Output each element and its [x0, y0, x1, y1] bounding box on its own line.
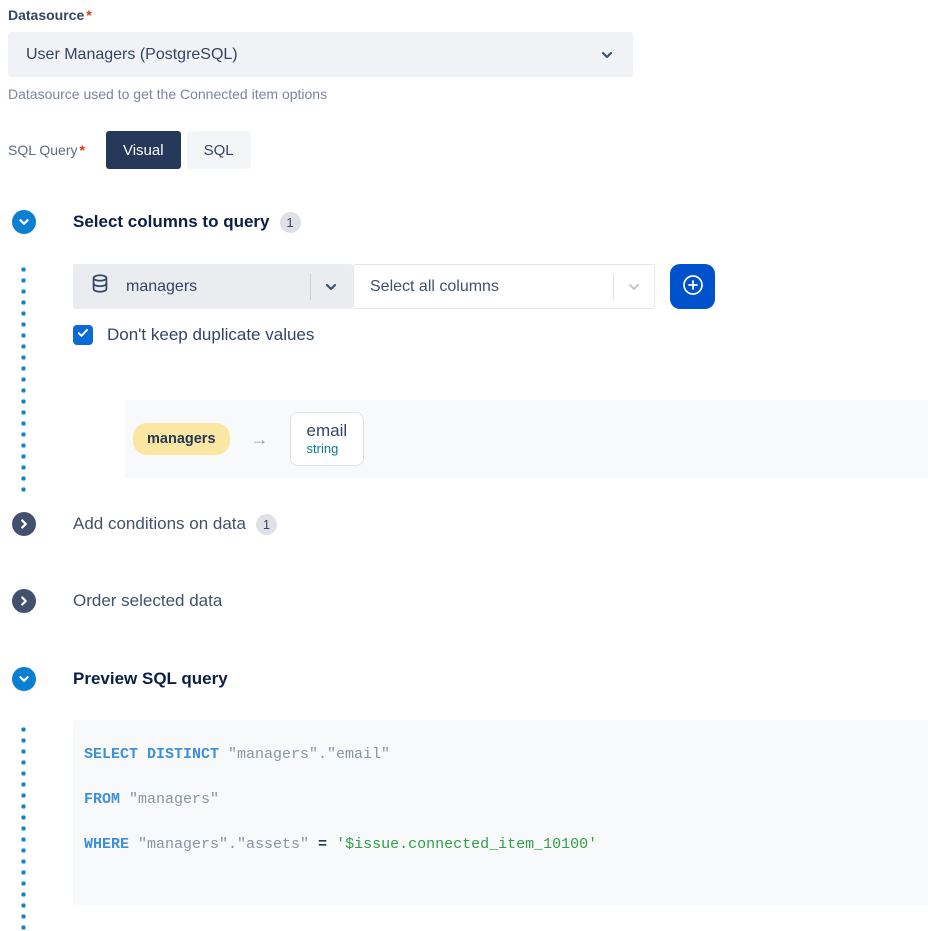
divider [310, 274, 311, 300]
section-header-order[interactable]: Order selected data [8, 589, 928, 613]
sql-string-literal: '$issue.connected_item_10100' [336, 834, 597, 855]
dedupe-checkbox-row: Don't keep duplicate values [73, 325, 928, 345]
sql-line: SELECT DISTINCT "managers"."email" [84, 744, 928, 765]
chevron-right-circle-icon[interactable] [12, 512, 36, 536]
sql-query-label: SQL Query* [8, 142, 85, 158]
section-header-preview-sql[interactable]: Preview SQL query [8, 667, 928, 691]
sql-line: FROM "managers" [84, 789, 928, 810]
datasource-label: Datasource* [8, 7, 928, 23]
datasource-select[interactable]: User Managers (PostgreSQL) [8, 32, 633, 77]
chevron-down-icon [599, 47, 615, 63]
section-header-select-columns[interactable]: Select columns to query 1 [8, 210, 928, 234]
sql-query-toggle-row: SQL Query* Visual SQL [8, 131, 928, 169]
chevron-down-icon [323, 279, 339, 295]
section-header-conditions[interactable]: Add conditions on data 1 [8, 512, 928, 536]
chevron-down-circle-icon[interactable] [12, 667, 36, 691]
sql-preview-panel: SELECT DISTINCT "managers"."email" FROM … [73, 720, 928, 905]
sql-keyword: SELECT DISTINCT [84, 744, 219, 765]
sql-identifier: "managers"."email" [228, 744, 390, 765]
columns-select[interactable]: Select all columns [353, 264, 655, 309]
column-name: email [307, 420, 348, 441]
select-columns-section-body: managers Select all columns [8, 264, 928, 478]
chevron-right-circle-icon[interactable] [12, 589, 36, 613]
required-asterisk: * [80, 142, 85, 158]
column-type: string [307, 441, 348, 457]
column-card: email string [290, 412, 365, 466]
section-badge-count: 1 [280, 212, 301, 233]
add-table-button[interactable] [670, 264, 715, 309]
sql-identifier: "managers"."assets" [138, 834, 309, 855]
divider [613, 274, 614, 300]
table-column-selector-row: managers Select all columns [73, 264, 928, 309]
preview-sql-section-body: SELECT DISTINCT "managers"."email" FROM … [8, 720, 928, 905]
columns-select-placeholder: Select all columns [370, 278, 499, 296]
section-title-preview-sql: Preview SQL query [73, 669, 228, 689]
chevron-down-circle-icon[interactable] [12, 210, 36, 234]
sql-query-label-text: SQL Query [8, 142, 78, 158]
check-icon [76, 326, 90, 345]
column-mapping-preview: managers → email string [125, 400, 928, 478]
required-asterisk: * [86, 7, 91, 23]
datasource-label-text: Datasource [8, 7, 84, 23]
datasource-help-text: Datasource used to get the Connected ite… [8, 86, 928, 102]
section-badge-count: 1 [256, 514, 277, 535]
arrow-right-icon: → [251, 429, 269, 450]
sql-operator: = [318, 834, 327, 855]
datasource-selected-value: User Managers (PostgreSQL) [26, 46, 238, 64]
table-tag: managers [133, 423, 230, 455]
table-select-value: managers [126, 278, 197, 296]
sql-keyword: WHERE [84, 834, 129, 855]
sql-keyword: FROM [84, 789, 120, 810]
database-icon [89, 273, 111, 300]
query-builder-form: Datasource* User Managers (PostgreSQL) D… [0, 0, 928, 931]
table-select[interactable]: managers [73, 264, 353, 309]
dedupe-checkbox-label: Don't keep duplicate values [107, 325, 314, 345]
tab-visual[interactable]: Visual [106, 131, 181, 169]
section-title-select-columns: Select columns to query [73, 212, 270, 232]
chevron-down-icon [626, 279, 642, 295]
sql-identifier: "managers" [129, 789, 219, 810]
sql-line: WHERE "managers"."assets" = '$issue.conn… [84, 834, 928, 855]
tab-sql[interactable]: SQL [187, 131, 251, 169]
dedupe-checkbox[interactable] [73, 325, 93, 345]
plus-circle-icon [681, 273, 705, 300]
section-title-order: Order selected data [73, 591, 222, 611]
section-title-conditions: Add conditions on data [73, 514, 246, 534]
